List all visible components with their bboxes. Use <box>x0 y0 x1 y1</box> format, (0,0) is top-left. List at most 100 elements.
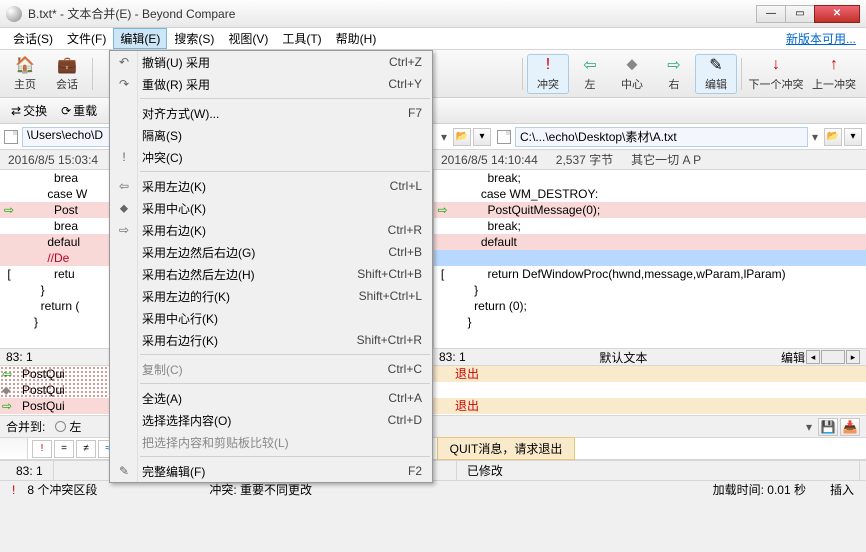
menu-item-icon: ✎ <box>116 464 132 478</box>
window-title: B.txt* - 文本合并(E) - Beyond Compare <box>28 5 757 22</box>
take-left-button[interactable]: ⇦左 <box>569 54 611 94</box>
menu-item[interactable]: ⬥ 采用中心(K) <box>110 197 432 219</box>
arrow-left-icon: ⇦ <box>583 55 596 75</box>
save-button[interactable]: 💾 <box>818 418 838 436</box>
menu-item-label: 采用中心行(K) <box>142 310 422 327</box>
encoding-label: 默认文本 <box>599 349 647 366</box>
status-pos: 83: 1 <box>6 461 54 480</box>
menu-search[interactable]: 搜索(S) <box>167 28 221 49</box>
menu-item[interactable]: 隔离(S) <box>110 124 432 146</box>
menu-item-shortcut: Ctrl+Y <box>388 77 422 91</box>
menu-item-icon: ⇨ <box>116 223 132 237</box>
menu-tools[interactable]: 工具(T) <box>275 28 328 49</box>
menu-item-icon: ! <box>116 150 132 164</box>
conflict-detail: 冲突: 重要不同更改 <box>197 481 324 498</box>
scroll-right-button[interactable]: ▸ <box>846 350 860 364</box>
app-icon <box>6 6 22 22</box>
menu-file[interactable]: 文件(F) <box>60 28 113 49</box>
briefcase-icon: 💼 <box>57 55 77 75</box>
filter-conflict-button[interactable]: ! <box>32 440 52 458</box>
right-pane[interactable]: break; case WM_DESTROY: ⇨ PostQuitMessag… <box>434 170 866 348</box>
conflict-marker-icon: ⇨ <box>0 202 18 218</box>
menu-item[interactable]: 对齐方式(W)...F7 <box>110 102 432 124</box>
save-icon: 💾 <box>821 420 836 434</box>
arrow-up-icon: ↑ <box>830 55 838 75</box>
menu-help[interactable]: 帮助(H) <box>329 28 384 49</box>
menu-view[interactable]: 视图(V) <box>221 28 275 49</box>
menu-item-icon: ↷ <box>116 77 132 91</box>
menu-item[interactable]: 采用中心行(K) <box>110 307 432 329</box>
load-button[interactable]: 📥 <box>840 418 860 436</box>
take-center-button[interactable]: ⬥中心 <box>611 54 653 94</box>
minimap[interactable] <box>0 438 28 459</box>
conflict-marker-icon: ⇨ <box>2 398 12 414</box>
menu-item-label: 全选(A) <box>142 390 388 407</box>
status-conflict-icon: ! <box>0 483 27 497</box>
right-cursor-pos: 83: 1 <box>439 350 466 364</box>
sessions-button[interactable]: 💼会话 <box>46 54 88 94</box>
menu-item[interactable]: 选择选择内容(O)Ctrl+D <box>110 409 432 431</box>
swap-button[interactable]: ⇄交换 <box>4 100 54 122</box>
diamond-icon: ⬥ <box>626 55 637 75</box>
menu-edit[interactable]: 编辑(E) <box>113 28 167 49</box>
scroll-track[interactable] <box>821 350 845 364</box>
merge-left-radio[interactable] <box>55 421 66 432</box>
take-right-button[interactable]: ⇨右 <box>653 54 695 94</box>
menu-item-label: 重做(R) 采用 <box>142 76 388 93</box>
menu-item[interactable]: !冲突(C) <box>110 146 432 168</box>
menu-item[interactable]: 采用左边然后右边(G)Ctrl+B <box>110 241 432 263</box>
menu-item-shortcut: Ctrl+C <box>388 362 422 376</box>
right-rest: 其它一切 A P <box>631 151 701 168</box>
conflict-button[interactable]: !冲突 <box>527 54 569 94</box>
prev-conflict-button[interactable]: ↑上一冲突 <box>806 54 862 94</box>
menu-item[interactable]: ⇨采用右边(K)Ctrl+R <box>110 219 432 241</box>
menu-item-label: 采用左边然后右边(G) <box>142 244 388 261</box>
menu-item-shortcut: Ctrl+L <box>390 179 422 193</box>
menu-item[interactable]: ✎完整编辑(F)F2 <box>110 460 432 482</box>
browse-button[interactable]: 📂 <box>824 128 842 146</box>
browse-button[interactable]: 📂 <box>453 128 471 146</box>
close-button[interactable]: ✕ <box>814 5 860 23</box>
menu-item-label: 隔离(S) <box>142 127 422 144</box>
home-icon: 🏠 <box>15 55 35 75</box>
view-button[interactable]: ▾ <box>473 128 491 146</box>
home-button[interactable]: 🏠主页 <box>4 54 46 94</box>
menu-item[interactable]: ↶撤销(U) 采用Ctrl+Z <box>110 51 432 73</box>
filter-equal-button[interactable]: = <box>54 440 74 458</box>
reload-button[interactable]: ⟳重载 <box>54 100 104 122</box>
next-conflict-button[interactable]: ↓下一个冲突 <box>746 54 806 94</box>
menu-item-shortcut: F2 <box>408 464 422 478</box>
edit-toggle[interactable]: 编辑 <box>781 349 805 366</box>
right-bytes: 2,537 字节 <box>556 151 613 168</box>
merge-right-pane[interactable]: 退出 退出 <box>433 366 866 415</box>
menu-item[interactable]: ⇦采用左边(K)Ctrl+L <box>110 175 432 197</box>
merge-to-label: 合并到: <box>6 418 45 435</box>
scroll-left-button[interactable]: ◂ <box>806 350 820 364</box>
conflict-icon: ! <box>546 55 550 75</box>
dropdown-arrow-icon[interactable]: ▾ <box>437 130 451 144</box>
menu-item[interactable]: 采用左边的行(K)Shift+Ctrl+L <box>110 285 432 307</box>
status-modified: 已修改 <box>457 461 860 480</box>
menu-item[interactable]: 采用右边然后左边(H)Shift+Ctrl+B <box>110 263 432 285</box>
new-version-link[interactable]: 新版本可用... <box>786 30 856 47</box>
dropdown-arrow-icon[interactable]: ▾ <box>808 130 822 144</box>
filter-diff-button[interactable]: ≠ <box>76 440 96 458</box>
menu-item-label: 采用中心(K) <box>142 200 422 217</box>
menu-item-icon: ⬥ <box>116 201 132 216</box>
menu-item-label: 复制(C) <box>142 361 388 378</box>
menu-item: 复制(C)Ctrl+C <box>110 358 432 380</box>
view-button[interactable]: ▾ <box>844 128 862 146</box>
menu-item[interactable]: 采用右边行(K)Shift+Ctrl+R <box>110 329 432 351</box>
edit-menu-dropdown: ↶撤销(U) 采用Ctrl+Z ↷ 重做(R) 采用Ctrl+Y 对齐方式(W)...… <box>109 50 433 483</box>
right-path-input[interactable]: C:\...\echo\Desktop\素材\A.txt <box>515 127 808 147</box>
menu-session[interactable]: 会话(S) <box>6 28 60 49</box>
maximize-button[interactable]: ▭ <box>785 5 815 23</box>
minimize-button[interactable]: — <box>756 5 786 23</box>
menu-item-label: 采用左边(K) <box>142 178 390 195</box>
conflict-marker-icon: ⬥ <box>2 382 10 398</box>
edit-button[interactable]: ✎编辑 <box>695 54 737 94</box>
menu-item[interactable]: 全选(A)Ctrl+A <box>110 387 432 409</box>
menu-item[interactable]: ↷ 重做(R) 采用Ctrl+Y <box>110 73 432 95</box>
menu-item-label: 选择选择内容(O) <box>142 412 388 429</box>
dropdown-arrow-icon[interactable]: ▾ <box>802 420 816 434</box>
